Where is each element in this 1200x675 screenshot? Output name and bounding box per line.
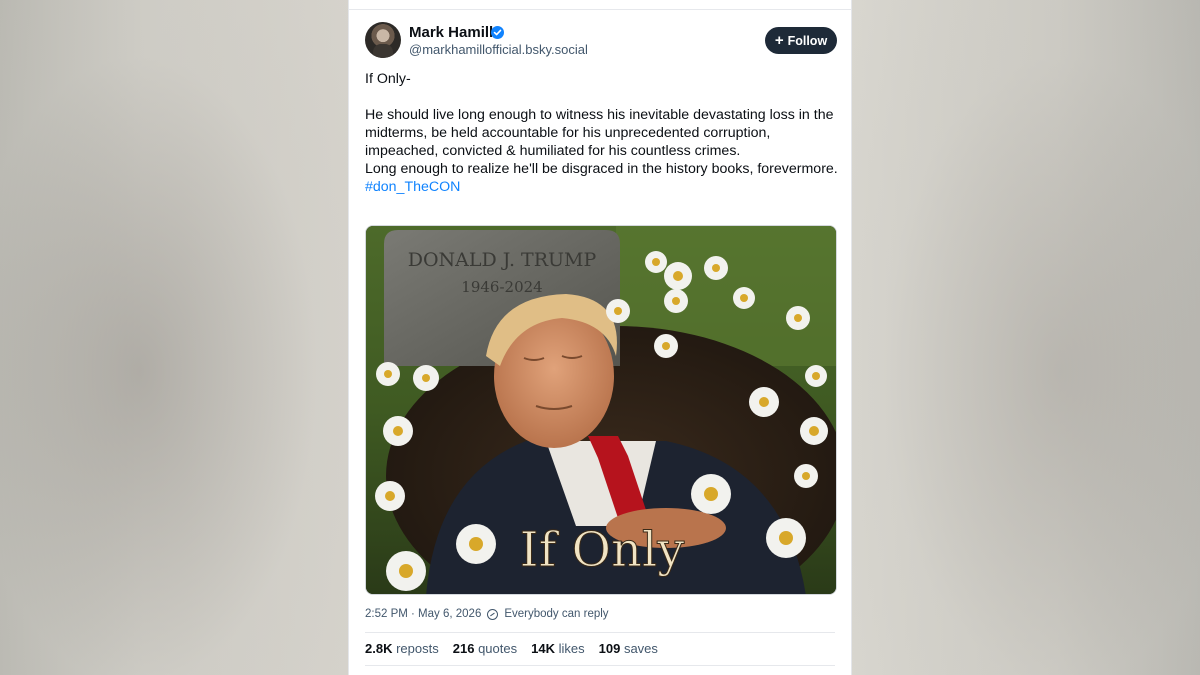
likes-count: 14K <box>531 641 555 656</box>
hashtag-link[interactable]: #don_TheCON <box>365 178 840 196</box>
reposts-label: reposts <box>396 641 439 656</box>
post-text-line1: If Only- <box>365 71 411 87</box>
post-text-body: He should live long enough to witness hi… <box>365 107 838 177</box>
reply-settings-icon <box>487 608 499 620</box>
author-name[interactable]: Mark Hamill <box>409 24 493 41</box>
timestamp[interactable]: 2:52 PM · May 6, 2026 <box>365 608 481 620</box>
avatar[interactable] <box>365 22 401 58</box>
divider <box>349 9 851 10</box>
divider <box>365 665 835 666</box>
post-text: If Only- He should live long enough to w… <box>365 70 840 196</box>
follow-label: Follow <box>787 33 828 48</box>
headstone-years: 1946-2024 <box>461 278 542 296</box>
reposts-count: 2.8K <box>365 641 393 656</box>
verified-badge-icon <box>491 26 504 39</box>
author-handle[interactable]: @markhamillofficial.bsky.social <box>409 42 588 57</box>
post-stats: 2.8K reposts 216 quotes 14K likes 109 sa… <box>365 641 658 656</box>
reply-setting: Everybody can reply <box>504 608 609 620</box>
saves-stat[interactable]: 109 saves <box>599 641 658 656</box>
quotes-stat[interactable]: 216 quotes <box>453 641 517 656</box>
post-image[interactable]: DONALD J. TRUMP 1946-2024 If Only <box>365 225 837 595</box>
likes-stat[interactable]: 14K likes <box>531 641 585 656</box>
background-right <box>852 0 1200 675</box>
background-left <box>0 0 348 675</box>
saves-count: 109 <box>598 641 621 656</box>
follow-button[interactable]: + Follow <box>765 27 837 54</box>
reposts-stat[interactable]: 2.8K reposts <box>365 641 439 656</box>
post-meta: 2:52 PM · May 6, 2026 Everybody can repl… <box>365 608 609 620</box>
post-card: Mark Hamill @markhamillofficial.bsky.soc… <box>348 0 852 675</box>
plus-icon: + <box>774 32 784 49</box>
quotes-label: quotes <box>478 641 518 656</box>
saves-label: saves <box>623 641 658 656</box>
image-caption: If Only <box>520 522 685 578</box>
likes-label: likes <box>558 641 585 656</box>
divider <box>365 632 835 633</box>
quotes-count: 216 <box>452 641 475 656</box>
headstone-name: DONALD J. TRUMP <box>408 249 597 271</box>
